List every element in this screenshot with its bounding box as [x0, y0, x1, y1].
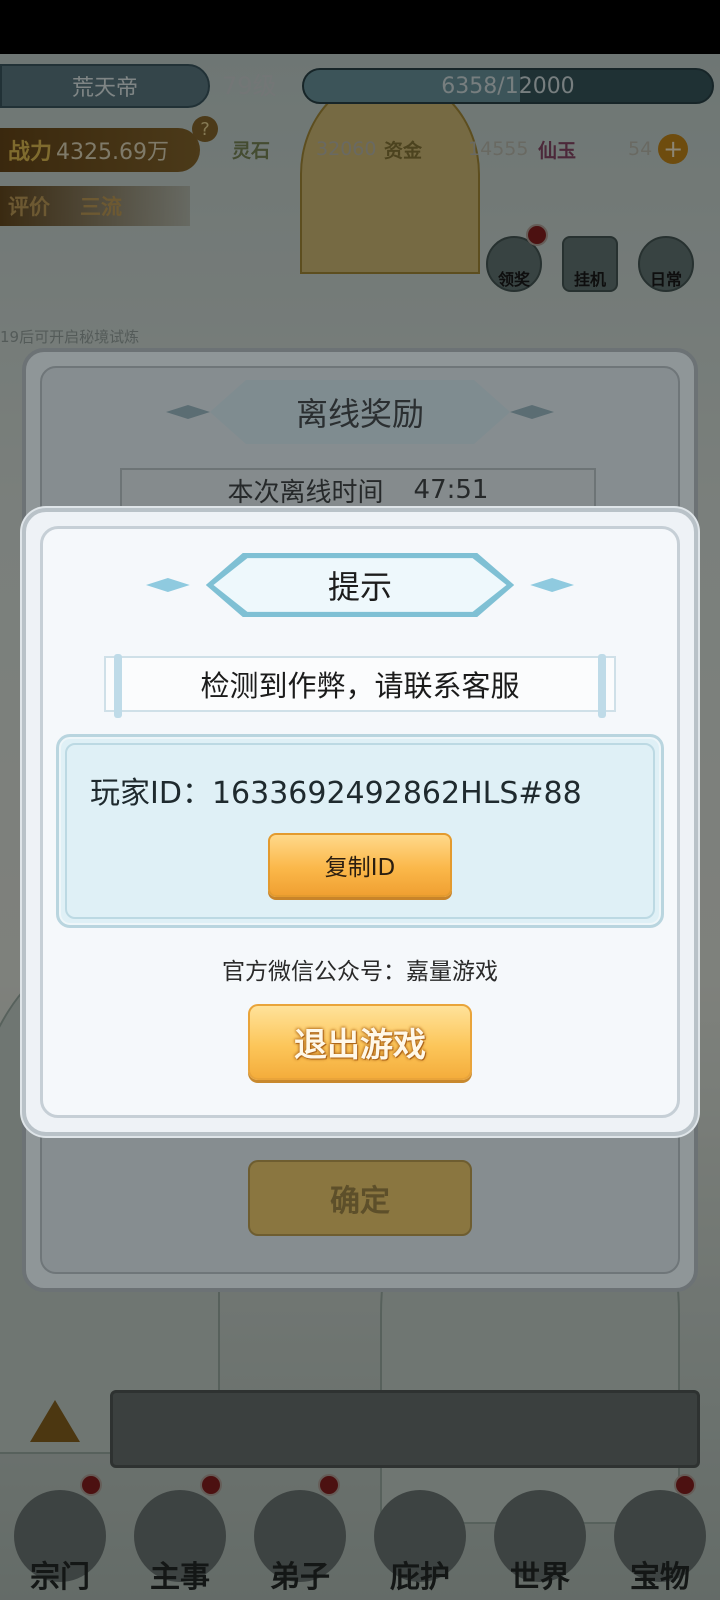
diamond-ornament-left — [166, 405, 210, 419]
player-id: 玩家ID：1633692492862HLS#88 — [90, 776, 582, 811]
status-bar — [0, 0, 720, 54]
banner-body: 提示 — [205, 553, 515, 617]
confirm-button[interactable]: 确定 — [248, 1160, 472, 1236]
copy-id-button[interactable]: 复制ID — [268, 833, 452, 897]
diamond-ornament-right — [510, 405, 554, 419]
dialog-title: 提示 — [327, 568, 392, 606]
diamond-ornament-right — [530, 578, 574, 592]
diamond-ornament-left — [146, 578, 190, 592]
tip-title-banner: 提示 — [146, 550, 574, 620]
cheat-warning: 检测到作弊，请联系客服 — [104, 654, 616, 718]
offline-title-banner: 离线奖励 — [146, 380, 574, 444]
wechat-account: 官方微信公众号：嘉量游戏 — [222, 959, 498, 985]
offline-time-label: 本次离线时间 — [227, 477, 384, 508]
banner-body: 离线奖励 — [210, 380, 510, 444]
offline-time-row: 本次离线时间 47:51 — [120, 468, 596, 512]
offline-title: 离线奖励 — [295, 395, 424, 433]
player-id-box — [56, 734, 664, 928]
exit-game-button[interactable]: 退出游戏 — [248, 1004, 472, 1080]
offline-time-value: 47:51 — [413, 475, 489, 505]
